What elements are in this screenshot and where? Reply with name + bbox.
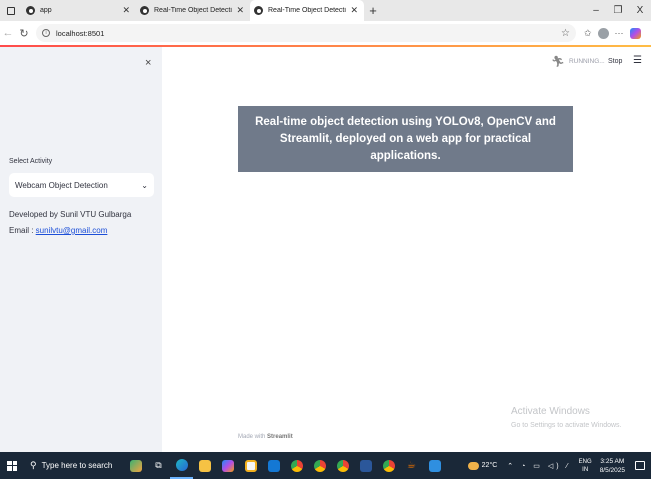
store-icon[interactable] [239,452,262,479]
clock-time: 3:25 AM [600,457,625,465]
streamlit-favicon-icon [140,6,149,15]
developer-credit: Developed by Sunil VTU Gulbarga [9,210,132,219]
email-prefix: Email : [9,226,36,235]
taskbar-search-placeholder: Type here to search [41,461,113,470]
running-status-text: RUNNING... [568,58,605,65]
select-activity-label: Select Activity [9,158,53,165]
browser-tab-active[interactable]: Real-Time Object Detection ✕ [250,0,364,21]
vscode-icon[interactable] [423,452,446,479]
tab-title: Real-Time Object Detection [268,7,347,14]
close-tab-icon[interactable]: ✕ [122,5,130,16]
chrome-icon[interactable] [308,452,331,479]
new-tab-icon[interactable]: + [364,0,382,21]
favorites-icon[interactable]: ✩ [584,28,592,39]
chrome-icon[interactable] [285,452,308,479]
chevron-down-icon: ⌄ [141,180,148,190]
back-icon[interactable]: ← [0,21,16,46]
close-tab-icon[interactable]: ✕ [236,5,244,16]
clock[interactable]: 3:25 AM 8/5/2025 [600,457,625,475]
site-info-icon[interactable]: i [42,29,50,37]
edge-icon[interactable] [170,452,193,479]
chrome-icon[interactable] [331,452,354,479]
maximize-icon[interactable]: ❐ [607,0,629,21]
close-window-icon[interactable]: X [629,0,651,21]
url-text: localhost:8501 [56,28,105,38]
clock-date: 8/5/2025 [599,466,625,474]
minimize-icon[interactable]: – [585,0,607,21]
copilot-app-icon[interactable] [216,452,239,479]
temperature: 22°C [481,462,498,469]
tab-actions-icon[interactable] [0,0,22,21]
more-menu-icon[interactable]: ··· [615,28,624,38]
weather-icon [467,461,479,470]
streamlit-favicon-icon [254,6,263,15]
streamlit-favicon-icon [26,6,35,15]
copilot-icon[interactable] [629,27,641,39]
browser-tab[interactable]: Real-Time Object Detection ✕ [136,0,250,21]
window-controls: – ❐ X [585,0,651,21]
notification-icon[interactable] [635,461,645,470]
region-code: IN [582,466,589,473]
tab-title: Real-Time Object Detection [154,7,233,14]
outlook-icon[interactable] [262,452,285,479]
made-with-footer: Made with Streamlit [238,434,293,440]
email-link[interactable]: sunilvtu@gmail.com [36,226,108,235]
banner-text: Real-time object detection using YOLOv8,… [255,115,556,162]
tray-icons[interactable]: ⌃ ◔ ▭ ◁) ⁄ [507,462,570,470]
taskbar-search[interactable]: ⚲ Type here to search [24,452,124,479]
running-man-icon: 🏃︎ [551,56,565,68]
email-line: Email : sunilvtu@gmail.com [9,226,107,235]
made-with-prefix: Made with [238,434,268,440]
browser-tab-bar: app ✕ Real-Time Object Detection ✕ Real-… [0,0,651,21]
reload-icon[interactable]: ↻ [16,21,32,46]
title-banner: Real-time object detection using YOLOv8,… [238,106,573,172]
activity-select[interactable]: Webcam Object Detection ⌄ [9,173,154,197]
stop-button[interactable]: Stop [608,58,622,65]
file-explorer-icon[interactable] [193,452,216,479]
activate-windows-subtext: Go to Settings to activate Windows. [511,422,622,429]
running-status: 🏃︎ RUNNING... [551,55,605,68]
windows-logo-icon [7,460,17,471]
search-icon: ⚲ [30,460,37,470]
chrome-icon[interactable] [377,452,400,479]
start-button[interactable] [0,452,24,479]
address-toolbar: ← ↻ i localhost:8501 ☆ ✩ ··· [0,21,651,46]
sidebar: × Select Activity Webcam Object Detectio… [0,47,162,452]
word-icon[interactable] [354,452,377,479]
weather-widget[interactable]: 22°C [467,461,498,470]
main-content: 🏃︎ RUNNING... Stop ☰ Real-time object de… [162,47,651,452]
url-bar[interactable]: i localhost:8501 ☆ [36,24,576,42]
system-tray: 22°C ⌃ ◔ ▭ ◁) ⁄ ENG IN 3:25 AM 8/5/2025 [467,452,651,479]
activity-select-value: Webcam Object Detection [15,180,108,190]
main-menu-icon[interactable]: ☰ [633,55,642,66]
activate-windows-watermark: Activate Windows [511,406,590,417]
profile-avatar-icon[interactable] [597,27,609,39]
browser-tab[interactable]: app ✕ [22,0,136,21]
taskbar: ⚲ Type here to search ⧉ ☕︎ 22°C ⌃ ◔ ▭ ◁)… [0,452,651,479]
task-view-icon[interactable]: ⧉ [147,452,170,479]
close-tab-icon[interactable]: ✕ [350,5,358,16]
made-with-brand[interactable]: Streamlit [267,434,293,440]
close-sidebar-icon[interactable]: × [145,57,151,69]
java-icon[interactable]: ☕︎ [400,452,423,479]
language-indicator[interactable]: ENG IN [579,458,592,474]
browser-extra-icons: ✩ ··· [584,27,641,39]
tab-title: app [40,7,52,14]
news-widget-icon[interactable] [124,452,147,479]
language-code: ENG [578,458,592,465]
favorite-star-icon[interactable]: ☆ [561,28,570,39]
